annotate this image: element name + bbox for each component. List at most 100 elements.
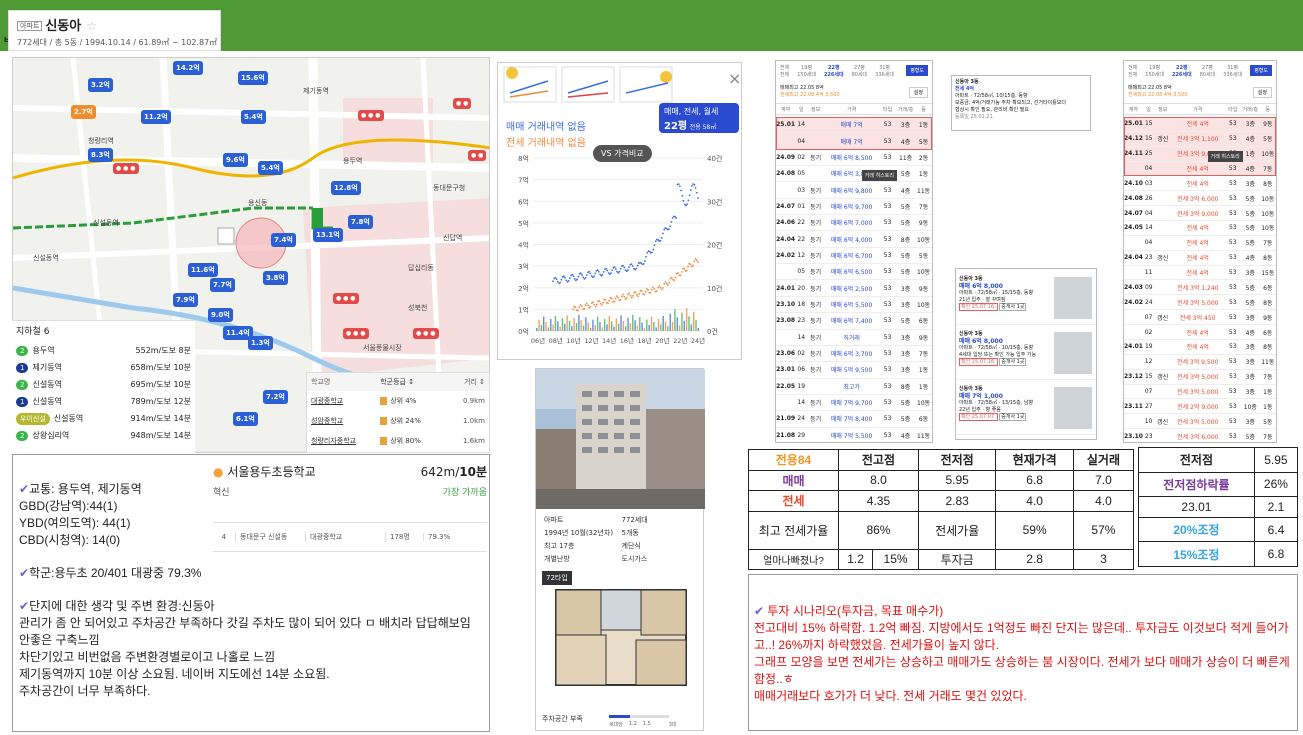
floorplan-button[interactable]: 평형도 bbox=[1250, 65, 1272, 76]
price-pin[interactable]: 7.4억 bbox=[271, 233, 296, 247]
price-pin[interactable]: 3.2억 bbox=[88, 78, 113, 92]
subway-row[interactable]: 우이신설 신설동역 914m/도보 14분 bbox=[16, 410, 191, 427]
listing-pin[interactable]: ● ● ● bbox=[358, 110, 384, 121]
table-row[interactable]: 24.09 02 등기 매매 6억 8,500 53 11층 2동 bbox=[776, 150, 932, 167]
type-size-badge[interactable]: 매매, 전세, 월세 22평 전용 58㎡ bbox=[659, 103, 739, 133]
table-row[interactable]: 23.10 23 전세 3억 6,000 53 5층 7동 bbox=[1124, 429, 1276, 442]
price-pin[interactable]: 7.7억 bbox=[210, 278, 235, 292]
size-tab[interactable]: 19평 150세대 bbox=[797, 64, 816, 78]
price-pin[interactable]: 5.4억 bbox=[241, 110, 266, 124]
price-pin[interactable]: 8.3억 bbox=[88, 148, 113, 162]
size-tab[interactable]: 27평 80세대 bbox=[852, 64, 868, 78]
table-row[interactable]: 12 전세 3억 9,500 53 3층 11동 bbox=[1124, 355, 1276, 370]
table-row[interactable]: 24.01 19 전세 4억 53 3층 8동 bbox=[1124, 340, 1276, 355]
table-row[interactable]: 24.10 03 전세 4억 53 3층 8동 bbox=[1124, 176, 1276, 192]
table-row[interactable]: 22.05 19 최고가 53 8층 1동 bbox=[776, 379, 932, 395]
sort-grade[interactable]: 학군등급 ↕ bbox=[380, 377, 445, 387]
price-pin[interactable]: 12.8억 bbox=[331, 181, 361, 195]
school-row[interactable]: 성암중학교 상위 24% 1.0km bbox=[307, 411, 489, 431]
price-pin[interactable]: 15.6억 bbox=[238, 71, 268, 85]
price-pin[interactable]: 1.3억 bbox=[248, 336, 273, 350]
table-row[interactable]: 24.0805매매 6억 3,800535층1동 bbox=[776, 166, 932, 183]
subway-row[interactable]: 1 신설동역 789m/도보 12분 bbox=[16, 393, 191, 410]
subway-row[interactable]: 1 제기동역 658m/도보 10분 bbox=[16, 359, 191, 376]
price-pin[interactable]: 2.7억 bbox=[71, 105, 96, 119]
listing-card[interactable]: 신동아 3동 매매 6억 8,000 아파트 · 72/58㎡ · 10/15층, … bbox=[956, 328, 1096, 380]
vs-compare-button[interactable]: VS 가격비교 bbox=[593, 145, 652, 162]
table-row[interactable]: 23.10 18 등기 매매 6억 5,500 53 3층 10동 bbox=[776, 297, 932, 314]
table-row[interactable]: 03 등기 매매 6억 9,800 53 4층 11동 bbox=[776, 182, 932, 199]
size-tab[interactable]: 전체 전체 bbox=[780, 64, 789, 78]
price-pin[interactable]: 14.2억 bbox=[173, 61, 203, 75]
mini-listing-card[interactable]: 신동아 3동 전세 4억 아파트 · 72/58㎡, 10/15층, 동향 보증… bbox=[951, 75, 1091, 131]
price-pin[interactable]: 11.2억 bbox=[141, 110, 171, 124]
settings-button[interactable]: 설정 bbox=[1252, 87, 1272, 98]
plan-tag[interactable]: 72타입 bbox=[542, 571, 572, 585]
table-row[interactable]: 07 전세 3억 5,000 53 3층 1동 bbox=[1124, 385, 1276, 400]
table-row[interactable]: 23.06 02 등기 매매 6억 3,700 53 3층 7동 bbox=[776, 346, 932, 363]
school-link[interactable]: 성암중학교 bbox=[311, 416, 380, 426]
size-tab[interactable]: 27평 80세대 bbox=[1200, 64, 1216, 78]
price-pin[interactable]: 5.4억 bbox=[258, 161, 283, 175]
size-tab[interactable]: 19평 150세대 bbox=[1145, 64, 1164, 78]
table-row[interactable]: 21.08 29 매매 7억 5,500 53 4층 11동 bbox=[776, 428, 932, 442]
table-row[interactable]: 10 갱신 전세 3억 5,000 53 3층 5동 bbox=[1124, 414, 1276, 430]
price-pin[interactable]: 7.2억 bbox=[263, 390, 288, 404]
size-tab[interactable]: 31평 336세대 bbox=[1223, 64, 1242, 78]
table-row[interactable]: 14 등기 직거래 53 3층 9동 bbox=[776, 330, 932, 346]
table-row[interactable]: 24.02 24 전세 3억 5,000 53 5층 8동 bbox=[1124, 295, 1276, 311]
floorplan-button[interactable]: 평형도 bbox=[906, 65, 928, 76]
favorite-star-icon[interactable]: ☆ bbox=[86, 19, 97, 33]
close-icon[interactable]: × bbox=[728, 69, 741, 88]
size-tab[interactable]: 22평 226세대 bbox=[824, 64, 844, 78]
size-tab[interactable]: 전체 전체 bbox=[1128, 64, 1137, 78]
table-row[interactable]: 24.01 20 등기 매매 6억 2,500 53 3층 9동 bbox=[776, 281, 932, 297]
school-link[interactable]: 청량리자중학교 bbox=[311, 436, 380, 446]
table-row[interactable]: 24.05 14 전세 4억 53 5층 10동 bbox=[1124, 221, 1276, 236]
table-row[interactable]: 23.08 23 등기 매매 6억 7,400 53 5층 6동 bbox=[776, 313, 932, 330]
subway-row[interactable]: 2 용두역 552m/도보 8분 bbox=[16, 342, 191, 359]
listing-pin[interactable]: ● ● ● bbox=[413, 328, 439, 339]
table-row[interactable]: 23.01 06 등기 매매 5억 9,500 53 3층 1동 bbox=[776, 362, 932, 379]
table-row[interactable]: 14 등기 매매 7억 9,700 53 5층 10동 bbox=[776, 395, 932, 412]
table-row[interactable]: 24.07 01 등기 매매 6억 9,700 53 5층 7동 bbox=[776, 199, 932, 216]
table-row[interactable]: 11 전세 4억 53 3층 15동 bbox=[1124, 266, 1276, 281]
table-row[interactable]: 24.07 04 전세 3억 9,000 53 5층 10동 bbox=[1124, 206, 1276, 222]
size-tab[interactable]: 31평 336세대 bbox=[875, 64, 894, 78]
price-pin[interactable]: 9.6억 bbox=[223, 153, 248, 167]
table-row[interactable]: 23.11 27 전세 2억 9,000 53 10층 1동 bbox=[1124, 399, 1276, 415]
price-pin[interactable]: 7.9억 bbox=[173, 293, 198, 307]
school-link[interactable]: 대광중학교 bbox=[311, 396, 380, 406]
table-row[interactable]: 24.04 22 등기 매매 6억 4,000 53 8층 10동 bbox=[776, 231, 932, 248]
listing-pin[interactable]: ● ● ● bbox=[343, 328, 369, 339]
listing-pin[interactable]: ● ● ● bbox=[333, 293, 359, 304]
listing-card[interactable]: 신동아 3동 매매 6억 8,000 아파트 · 72/58㎡ · 15/15층, … bbox=[956, 273, 1096, 325]
price-pin[interactable]: 11.6억 bbox=[188, 263, 218, 277]
listing-pin[interactable]: ● ● bbox=[468, 150, 487, 161]
school-row[interactable]: 대광중학교 상위 4% 0.9km bbox=[307, 391, 489, 411]
listing-card[interactable]: 신동아 3동 매매 7억 1,000 아파트 · 72/58㎡ · 13/15층, … bbox=[956, 383, 1096, 435]
table-row[interactable]: 23.12 15 갱신 전세 3억 5,000 53 3층 7동 bbox=[1124, 370, 1276, 385]
table-row[interactable]: 24.06 22 등기 매매 6억 7,000 53 5층 9동 bbox=[776, 215, 932, 232]
price-pin[interactable]: 3.8억 bbox=[263, 271, 288, 285]
size-tab[interactable]: 22평 226세대 bbox=[1172, 64, 1192, 78]
settings-button[interactable]: 설정 bbox=[908, 87, 928, 98]
subway-row[interactable]: 2 상왕십리역 948m/도보 14분 bbox=[16, 427, 191, 444]
table-row[interactable]: 24.03 09 전세 3억 1,240 53 5층 6동 bbox=[1124, 281, 1276, 296]
table-row[interactable]: 05 등기 매매 6억 6,500 53 5층 10동 bbox=[776, 264, 932, 281]
price-pin[interactable]: 9.0억 bbox=[208, 308, 233, 322]
sort-distance[interactable]: 거리 ↕ bbox=[445, 377, 485, 387]
table-row[interactable]: 04 전세 4억 53 5층 7동 bbox=[1124, 236, 1276, 251]
listing-pin[interactable]: ● ● bbox=[453, 98, 472, 109]
table-row[interactable]: 21.09 24 등기 매매 7억 8,400 53 5층 6동 bbox=[776, 411, 932, 428]
price-pin[interactable]: 7.8억 bbox=[348, 215, 373, 229]
table-row[interactable]: 24.04 23 갱신 전세 4억 53 4층 8동 bbox=[1124, 251, 1276, 266]
table-row[interactable]: 24.02 12 등기 매매 6억 6,700 53 5층 5동 bbox=[776, 248, 932, 265]
table-row[interactable]: 24.08 26 전세 3억 6,000 53 5층 10동 bbox=[1124, 191, 1276, 207]
school-row[interactable]: 청량리자중학교 상위 80% 1.6km bbox=[307, 431, 489, 451]
listing-pin[interactable]: ● ● ● bbox=[113, 163, 139, 174]
table-row[interactable]: 02 전세 4억 53 4층 6동 bbox=[1124, 325, 1276, 340]
table-row[interactable]: 07 갱신 전세 3억 450 53 3층 9동 bbox=[1124, 310, 1276, 326]
price-pin[interactable]: 6.1억 bbox=[233, 412, 258, 426]
price-pin[interactable]: 13.1억 bbox=[313, 228, 343, 242]
